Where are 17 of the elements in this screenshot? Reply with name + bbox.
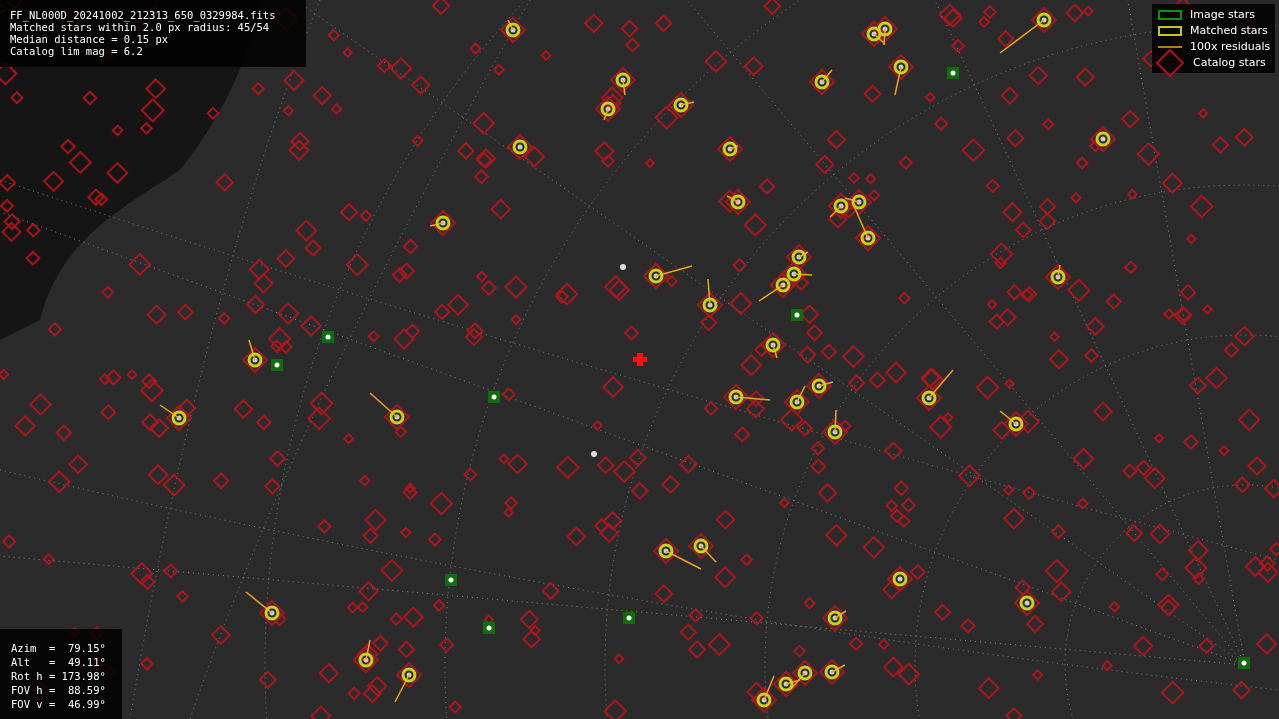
pointing-text: FOV v = 46.99° <box>11 697 106 711</box>
pointing-text: Azim = 79.15° <box>11 641 106 655</box>
pointing-text: Alt = 49.11° <box>11 655 106 669</box>
diamond-icon <box>1155 47 1185 78</box>
legend-label: Matched stars <box>1190 24 1268 37</box>
pointing-text: Rot h = 173.98° <box>11 669 106 683</box>
line-icon <box>1158 45 1182 48</box>
info-text: FF_NL000D_20241002_212313_650_0329984.fits <box>10 9 276 21</box>
info-text: Catalog lim mag = 6.2 <box>10 45 143 57</box>
info-text: Median distance = 0.15 px <box>10 33 169 45</box>
rectangle-icon <box>1158 25 1182 36</box>
info-text: Matched stars within 2.0 px radius: 45/54 <box>10 21 270 33</box>
rectangle-icon <box>1158 9 1182 20</box>
legend-label: Catalog stars <box>1193 56 1266 69</box>
pointing-text: FOV h = 88.59° <box>11 683 106 697</box>
legend-label: Image stars <box>1190 8 1255 21</box>
legend-label: 100x residuals <box>1190 40 1271 53</box>
